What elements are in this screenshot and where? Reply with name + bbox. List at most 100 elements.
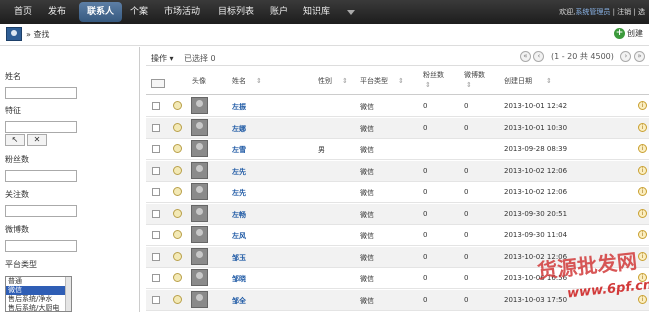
contact-name-link[interactable]: 左风	[232, 231, 246, 241]
col-name[interactable]: 姓名	[232, 77, 246, 86]
contact-name-link[interactable]: 左先	[232, 167, 246, 177]
prev-page-button[interactable]: ‹	[533, 51, 545, 62]
platform-option[interactable]: 普通	[6, 277, 71, 286]
sort-icon[interactable]: ⇕	[342, 77, 348, 85]
avatar	[191, 140, 208, 157]
info-icon[interactable]: i	[638, 208, 647, 218]
feature-filter-input[interactable]	[5, 121, 77, 133]
name-filter-input[interactable]	[5, 87, 77, 99]
platform-cell: 微信	[360, 210, 374, 219]
row-checkbox[interactable]	[152, 102, 160, 110]
info-icon[interactable]: i	[638, 187, 647, 196]
row-checkbox[interactable]	[152, 166, 160, 175]
fans-cell: 0	[423, 252, 428, 261]
table-row[interactable]: i 左雪 男 微信 2013-09-28 08:39	[146, 139, 649, 160]
contact-name-link[interactable]: 左先	[232, 188, 246, 198]
sort-icon[interactable]: ⇕	[398, 77, 404, 85]
first-page-button[interactable]: «	[519, 51, 531, 62]
sort-icon[interactable]: ⇕	[466, 81, 472, 89]
favorite-star-icon[interactable]	[173, 122, 182, 132]
avatar	[191, 97, 208, 114]
table-row[interactable]: i 左娜 微信 0 0 2013-10-01 10:30	[146, 117, 649, 139]
col-gender[interactable]: 性别	[318, 77, 332, 86]
contact-name-link[interactable]: 左雪	[232, 145, 246, 155]
favorite-star-icon[interactable]	[173, 294, 182, 304]
fans-filter-input[interactable]	[5, 170, 77, 182]
platform-option-selected[interactable]: 微信	[6, 286, 71, 295]
platform-cell: 微信	[360, 275, 374, 283]
weibo-cell: 0	[464, 231, 469, 239]
row-checkbox[interactable]	[152, 231, 160, 239]
info-icon[interactable]: i	[638, 144, 647, 153]
platform-option[interactable]: 售后系统/净水	[6, 295, 71, 304]
row-checkbox[interactable]	[152, 188, 160, 196]
nav-publish[interactable]: 发布	[48, 0, 66, 24]
col-weibo[interactable]: 微博数	[464, 71, 485, 80]
actions-menu[interactable]: 操作 ▾	[151, 53, 174, 64]
contact-name-link[interactable]: 左娜	[232, 124, 246, 134]
logout-link[interactable]: | 注销 |	[613, 8, 636, 16]
nav-cases[interactable]: 个案	[130, 0, 148, 24]
info-icon[interactable]: i	[638, 101, 647, 110]
row-checkbox[interactable]	[152, 209, 160, 218]
last-page-button[interactable]: »	[634, 51, 645, 62]
nav-accounts[interactable]: 账户	[270, 0, 288, 24]
table-row[interactable]: i 左先 微信 0 0 2013-10-02 12:06	[146, 160, 649, 182]
row-checkbox[interactable]	[152, 274, 160, 282]
favorite-star-icon[interactable]	[173, 251, 182, 261]
info-icon[interactable]: i	[638, 294, 647, 304]
table-row[interactable]: i 左畅 微信 0 0 2013-09-30 20:51	[146, 203, 649, 225]
sort-icon[interactable]: ⇕	[256, 77, 262, 85]
row-checkbox[interactable]	[152, 252, 160, 261]
sort-icon[interactable]: ⇕	[546, 77, 552, 85]
info-icon[interactable]: i	[638, 230, 647, 239]
table-row[interactable]: i 左先 微信 0 0 2013-10-02 12:06	[146, 182, 649, 203]
info-icon[interactable]: i	[638, 122, 647, 132]
created-cell: 2013-09-30 11:04	[504, 231, 568, 239]
select-all-checkbox[interactable]	[151, 79, 165, 88]
favorite-star-icon[interactable]	[173, 165, 182, 175]
platform-cell: 微信	[360, 189, 374, 197]
clear-button[interactable]: ✕	[27, 134, 47, 146]
contact-name-link[interactable]: 邹玉	[232, 253, 246, 263]
search-button[interactable]: ↖	[5, 134, 25, 146]
table-row[interactable]: i 左风 微信 0 0 2013-09-30 11:04	[146, 225, 649, 246]
contact-name-link[interactable]: 邹晓	[232, 274, 246, 284]
favorite-star-icon[interactable]	[173, 230, 182, 239]
platform-cell: 微信	[360, 167, 374, 176]
avatar	[191, 290, 208, 308]
nav-home[interactable]: 首页	[14, 0, 32, 24]
favorite-star-icon[interactable]	[173, 187, 182, 196]
col-fans[interactable]: 粉丝数	[423, 71, 444, 80]
row-checkbox[interactable]	[152, 123, 160, 132]
row-checkbox[interactable]	[152, 145, 160, 153]
info-icon[interactable]: i	[638, 165, 647, 175]
col-platform[interactable]: 平台类型	[360, 77, 388, 86]
favorite-star-icon[interactable]	[173, 144, 182, 153]
info-icon[interactable]: i	[638, 251, 647, 261]
contact-name-link[interactable]: 左畅	[232, 210, 246, 220]
row-checkbox[interactable]	[152, 295, 160, 304]
create-button[interactable]: + 创建	[614, 28, 643, 39]
col-created[interactable]: 创建日期	[504, 77, 532, 86]
next-page-button[interactable]: ›	[620, 51, 632, 62]
user-link[interactable]: 系统管理员	[575, 8, 610, 16]
nav-target-lists[interactable]: 目标列表	[218, 0, 254, 24]
favorite-star-icon[interactable]	[173, 208, 182, 218]
nav-contacts[interactable]: 联系人	[79, 2, 123, 22]
favorite-star-icon[interactable]	[173, 101, 182, 110]
table-row[interactable]: i 左振 微信 0 0 2013-10-01 12:42	[146, 96, 649, 117]
follow-filter-input[interactable]	[5, 205, 77, 217]
listbox-scrollbar[interactable]	[65, 277, 71, 311]
contact-name-link[interactable]: 左振	[232, 102, 246, 112]
contact-name-link[interactable]: 邹全	[232, 296, 246, 306]
platform-option[interactable]: 售后系统/大厨电	[6, 304, 71, 311]
sort-icon[interactable]: ⇕	[425, 81, 431, 89]
nav-knowledge-base[interactable]: 知识库	[303, 0, 330, 24]
nav-campaigns[interactable]: 市场活动	[164, 0, 200, 24]
more-menu-icon[interactable]	[347, 10, 355, 15]
weibo-filter-input[interactable]	[5, 240, 77, 252]
favorite-star-icon[interactable]	[173, 273, 182, 282]
platform-listbox[interactable]: 普通 微信 售后系统/净水 售后系统/大厨电	[5, 276, 72, 312]
options-link[interactable]: 选	[638, 8, 645, 16]
